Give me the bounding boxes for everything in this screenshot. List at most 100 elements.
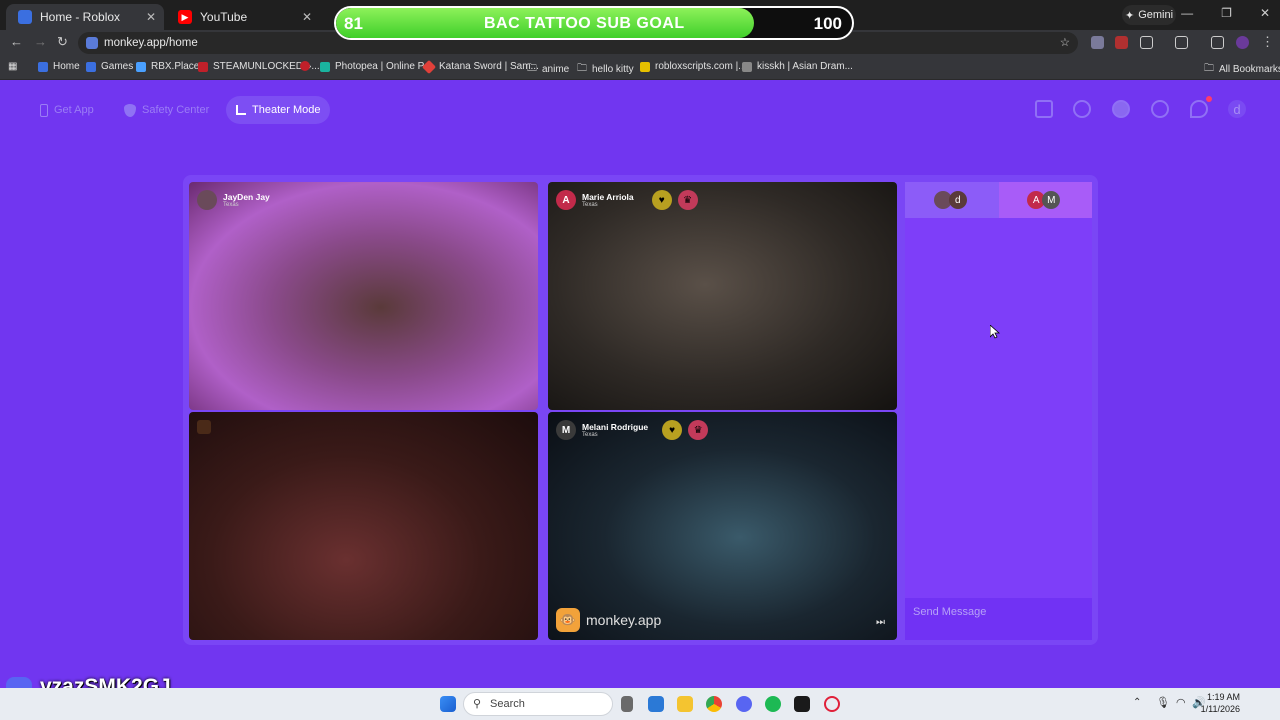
safety-center-button[interactable]: Safety Center: [114, 96, 219, 124]
reload-icon[interactable]: ↻: [57, 34, 68, 50]
mouse-cursor-icon: [990, 325, 1000, 339]
rank-badge-icon: ♛: [677, 190, 698, 210]
user-info: A Marie Arriola Texas ♥ ♛: [556, 190, 698, 210]
bookmark-star-icon[interactable]: ☆: [1060, 35, 1070, 49]
bookmark-label: Home: [53, 61, 80, 72]
chat-tab-self[interactable]: d: [905, 182, 999, 218]
bookmark-item[interactable]: Katana Sword | Sam...: [421, 59, 539, 74]
bookmark-label: Games: [101, 61, 134, 72]
profile-avatar[interactable]: d: [1228, 100, 1246, 118]
video-tile[interactable]: A Marie Arriola Texas ♥ ♛: [548, 182, 897, 410]
gemini-button[interactable]: ✦ Gemini: [1122, 5, 1176, 25]
task-view-icon[interactable]: [621, 696, 633, 712]
chat-tabs: d A M: [905, 182, 1092, 218]
discord-app-icon[interactable]: [736, 696, 752, 712]
apps-grid-icon[interactable]: ▦: [8, 61, 17, 72]
user-info: [197, 420, 211, 434]
close-window-icon[interactable]: ✕: [1260, 6, 1270, 20]
profile-avatar-icon[interactable]: [1236, 36, 1249, 49]
wifi-icon[interactable]: ◠: [1176, 696, 1186, 709]
system-clock[interactable]: 1:19 AM 1/11/2026: [1201, 691, 1240, 715]
tab-roblox[interactable]: Home - Roblox ✕: [6, 4, 164, 30]
bookmark-label: RBX.Place: [151, 61, 200, 72]
bookmark-item[interactable]: Home: [38, 61, 80, 72]
bookmark-folder[interactable]: 🗀 hello kitty: [577, 61, 634, 78]
bookmark-item[interactable]: [300, 61, 310, 71]
media-icon[interactable]: [1211, 36, 1224, 49]
microphone-icon[interactable]: 🎙: [1156, 696, 1170, 709]
bookmark-folder[interactable]: 🗀 anime: [527, 61, 569, 78]
youtube-favicon-icon: ▶: [178, 10, 192, 24]
spotify-icon[interactable]: [765, 696, 781, 712]
brand-watermark: 🐵 monkey.app: [556, 608, 661, 632]
search-icon[interactable]: [1073, 100, 1091, 118]
all-bookmarks-button[interactable]: 🗀 All Bookmarks: [1204, 61, 1280, 78]
menu-kebab-icon[interactable]: ⋮: [1261, 34, 1274, 50]
user-info: JayDen Jay Texas: [197, 190, 270, 210]
user-location: Texas: [582, 201, 598, 208]
url-text: monkey.app/home: [104, 37, 198, 49]
maximize-icon[interactable]: ❐: [1221, 6, 1232, 20]
send-message-input[interactable]: Send Message: [905, 598, 1092, 640]
brand-name: monkey.app: [586, 612, 662, 628]
store-app-icon[interactable]: [648, 696, 664, 712]
bookmark-item[interactable]: robloxscripts.com |...: [640, 61, 747, 72]
bookmark-label: Katana Sword | Sam...: [439, 61, 539, 72]
goal-current: 81: [344, 14, 363, 33]
notification-dot: [1206, 96, 1212, 102]
roblox-icon: [86, 61, 96, 72]
tab-youtube[interactable]: ▶ YouTube ✕: [166, 4, 320, 30]
chrome-icon[interactable]: [706, 696, 722, 712]
bookmark-item[interactable]: kisskh | Asian Dram...: [742, 61, 853, 72]
bookmark-label: robloxscripts.com |...: [655, 61, 747, 72]
get-app-button[interactable]: Get App: [30, 96, 104, 124]
bookmark-label: hello kitty: [592, 64, 634, 75]
taskbar-search[interactable]: ⚲ Search: [463, 692, 613, 716]
kisskh-icon: [742, 61, 752, 72]
video-tile[interactable]: M Melani Rodrigue Texas ♥ ♛ 🐵 monkey.app…: [548, 412, 897, 640]
friends-icon[interactable]: [1112, 100, 1130, 118]
bookmark-item[interactable]: RBX.Place: [136, 61, 199, 72]
steam-icon: [198, 61, 208, 72]
forward-icon[interactable]: →: [34, 34, 47, 49]
user-location: Texas: [223, 201, 239, 208]
app-icon[interactable]: [794, 696, 810, 712]
roblox-icon: [38, 61, 48, 72]
avatar: A: [556, 190, 576, 210]
store-icon[interactable]: [1035, 100, 1053, 118]
gemini-label: Gemini: [1138, 9, 1174, 21]
windows-start-icon[interactable]: [440, 696, 456, 712]
chat-tab-partners[interactable]: A M: [998, 182, 1092, 218]
roblox-favicon-icon: [18, 10, 32, 24]
user-name: Marie Arriola: [582, 191, 634, 202]
extension-icon[interactable]: [1091, 36, 1104, 49]
skip-icon[interactable]: ⏭: [876, 617, 885, 628]
theater-mode-label: Theater Mode: [252, 104, 321, 116]
rbx-icon: [136, 61, 146, 72]
avatar: M: [1042, 191, 1061, 209]
chat-bubble-icon[interactable]: [1190, 100, 1208, 118]
close-icon[interactable]: ✕: [146, 10, 156, 24]
bookmark-icon: [300, 61, 310, 71]
tab-title: YouTube: [200, 10, 248, 24]
bookmark-item[interactable]: Photopea | Online P...: [320, 61, 431, 72]
extensions-puzzle-icon[interactable]: [1140, 36, 1153, 49]
window-controls: — ❐ ✕: [1181, 6, 1270, 20]
minimize-icon[interactable]: —: [1181, 6, 1193, 20]
video-tile[interactable]: JayDen Jay Texas: [189, 182, 538, 410]
opera-icon[interactable]: [824, 696, 840, 712]
video-tile[interactable]: [189, 412, 538, 640]
history-icon[interactable]: [1151, 100, 1169, 118]
close-icon[interactable]: ✕: [302, 10, 312, 24]
sidepanel-icon[interactable]: [1175, 36, 1188, 49]
folder-icon: 🗀: [1204, 63, 1214, 74]
chevron-up-icon[interactable]: ⌃: [1133, 697, 1141, 708]
get-app-label: Get App: [54, 104, 94, 116]
back-icon[interactable]: ←: [10, 34, 23, 49]
file-explorer-icon[interactable]: [677, 696, 693, 712]
goal-title: BAC TATTOO SUB GOAL: [484, 15, 685, 32]
site-info-icon[interactable]: [86, 37, 98, 49]
theater-mode-button[interactable]: Theater Mode: [226, 96, 331, 124]
extension-icon[interactable]: [1115, 36, 1128, 49]
bookmark-item[interactable]: Games: [86, 61, 133, 72]
